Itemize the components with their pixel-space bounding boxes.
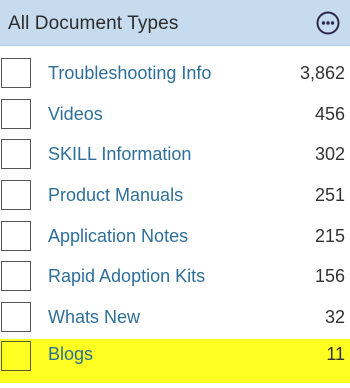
list-item-application-notes[interactable]: Application Notes 215 [0,217,350,258]
more-horizontal-circle-icon [316,11,340,35]
checkbox[interactable] [1,340,31,371]
checkbox[interactable] [1,261,31,292]
item-label[interactable]: Application Notes [48,226,188,247]
document-type-filter-panel: All Document Types Troubleshooting Info … [0,0,350,388]
list-item-rapid-adoption-kits[interactable]: Rapid Adoption Kits 156 [0,257,350,298]
checkbox[interactable] [1,98,31,129]
filter-header: All Document Types [0,0,350,46]
more-options-button[interactable] [316,11,340,35]
document-type-list: Troubleshooting Info 3,862 Videos 456 SK… [0,54,350,383]
item-count: 215 [314,225,345,246]
item-count: 251 [314,185,345,206]
filter-title: All Document Types [8,13,179,34]
list-item-troubleshooting-info[interactable]: Troubleshooting Info 3,862 [0,54,350,95]
item-label[interactable]: Rapid Adoption Kits [48,266,205,287]
list-item-product-manuals[interactable]: Product Manuals 251 [0,176,350,217]
item-count: 11 [326,343,345,364]
item-label[interactable]: Blogs [48,344,93,365]
item-label[interactable]: Troubleshooting Info [48,63,211,84]
list-item-blogs[interactable]: Blogs 11 [0,338,350,383]
item-label[interactable]: Product Manuals [48,185,183,206]
list-item-whats-new[interactable]: Whats New 32 [0,298,350,339]
item-count: 156 [314,266,345,287]
list-item-skill-information[interactable]: SKILL Information 302 [0,135,350,176]
checkbox[interactable] [1,58,31,88]
checkbox[interactable] [1,180,31,211]
item-label[interactable]: SKILL Information [48,144,191,165]
item-label[interactable]: Videos [48,104,103,125]
item-count: 302 [314,144,345,165]
item-count: 3,862 [299,63,345,83]
checkbox[interactable] [1,220,31,251]
checkbox[interactable] [1,139,31,170]
checkbox[interactable] [1,302,31,333]
item-count: 32 [324,307,345,328]
item-label[interactable]: Whats New [48,307,140,328]
list-item-videos[interactable]: Videos 456 [0,95,350,136]
item-count: 456 [314,103,345,124]
